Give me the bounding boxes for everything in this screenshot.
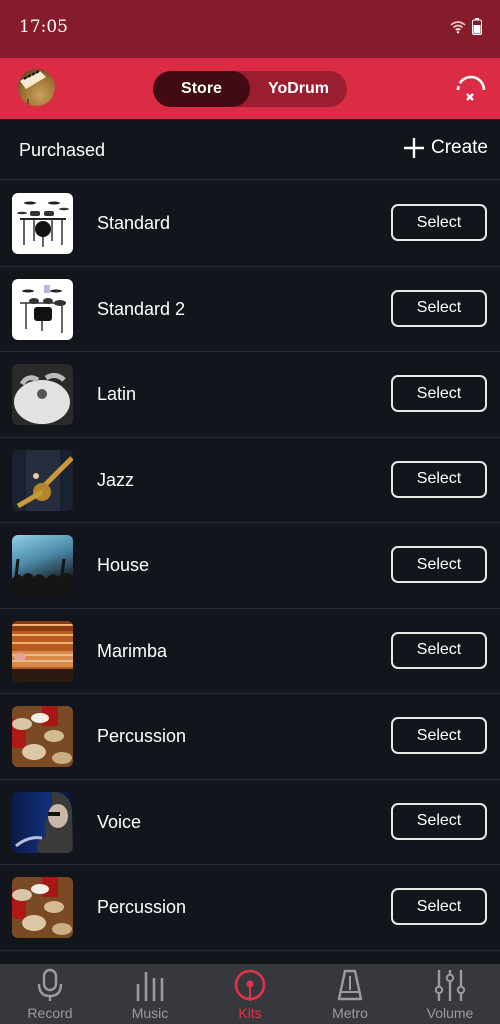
wifi-icon	[450, 20, 466, 33]
select-button[interactable]: Select	[391, 289, 487, 327]
tab-label: Music	[131, 1005, 169, 1021]
kit-row: House Select	[0, 523, 500, 609]
metronome-icon	[337, 969, 363, 1001]
tab-volume[interactable]: Volume	[400, 964, 500, 1024]
app-header: Store YoDrum	[0, 58, 500, 119]
kit-list: Standard Select Standard 2 Select Latin …	[0, 181, 500, 951]
select-button[interactable]: Select	[391, 460, 487, 498]
create-button[interactable]: Create	[403, 137, 488, 159]
kit-thumbnail-congas	[12, 877, 73, 938]
select-button[interactable]: Select	[391, 546, 487, 583]
purchased-header: Purchased Create	[0, 120, 500, 180]
battery-icon	[472, 18, 482, 35]
kit-name: House	[97, 555, 150, 575]
kit-thumbnail-singer	[12, 791, 73, 853]
bottom-tab-bar: Record Music Kits Metro Volume	[0, 964, 500, 1024]
tab-kits[interactable]: Kits	[200, 964, 300, 1024]
select-button[interactable]: Select	[391, 204, 487, 241]
kit-row: Percussion Select	[0, 694, 500, 780]
select-button[interactable]: Select	[391, 631, 487, 669]
tab-label: Metro	[332, 1005, 368, 1021]
kit-row: Percussion Select	[0, 865, 500, 951]
tab-label: Volume	[426, 1005, 474, 1021]
kit-thumbnail-marimba	[12, 620, 73, 682]
status-time: 17:05	[19, 17, 68, 37]
plus-icon	[403, 138, 424, 158]
select-button[interactable]: Select	[391, 802, 487, 840]
tab-metro[interactable]: Metro	[300, 964, 400, 1024]
kit-name: Marimba	[97, 640, 168, 661]
kit-thumbnail-bongo	[12, 364, 73, 425]
kit-row: Latin Select	[0, 352, 500, 438]
tab-store[interactable]: Store	[153, 71, 250, 107]
kit-name: Standard 2	[97, 298, 186, 319]
bars-icon	[136, 972, 164, 1001]
select-button[interactable]: Select	[391, 717, 487, 754]
kit-row: Standard Select	[0, 181, 500, 267]
store-yodrum-toggle: Store YoDrum	[153, 71, 347, 107]
kit-row: Jazz Select	[0, 437, 500, 523]
kit-thumbnail-drum-kit	[12, 193, 73, 254]
kit-name: Standard	[97, 213, 171, 233]
select-button[interactable]: Select	[391, 375, 487, 412]
mixer-icon	[434, 970, 466, 1001]
status-icons	[450, 18, 482, 35]
create-label: Create	[430, 137, 488, 158]
status-bar: 17:05	[0, 0, 500, 58]
kit-row: Marimba Select	[0, 608, 500, 694]
kit-thumbnail-concert	[12, 535, 73, 596]
tab-yodrum[interactable]: YoDrum	[250, 71, 347, 107]
kit-row: Voice Select	[0, 779, 500, 865]
drumstick-icon	[234, 969, 266, 1001]
kit-name: Jazz	[97, 469, 135, 490]
tab-record[interactable]: Record	[0, 964, 100, 1024]
kit-thumbnail-drum-kit-2	[12, 278, 73, 340]
piano-avatar[interactable]	[18, 69, 55, 106]
disconnected-icon[interactable]	[450, 70, 490, 106]
kit-thumbnail-congas	[12, 706, 73, 767]
microphone-icon	[37, 968, 63, 1001]
kit-name: Percussion	[97, 897, 187, 917]
kit-row: Standard 2 Select	[0, 266, 500, 352]
tab-label: Kits	[238, 1005, 262, 1021]
section-title: Purchased	[19, 140, 106, 160]
tab-music[interactable]: Music	[100, 964, 200, 1024]
kit-name: Voice	[97, 811, 142, 832]
kit-name: Percussion	[97, 726, 187, 746]
tab-label: Record	[27, 1005, 73, 1021]
kit-name: Latin	[97, 384, 137, 404]
kit-thumbnail-saxophone	[12, 449, 73, 511]
select-button[interactable]: Select	[391, 888, 487, 925]
